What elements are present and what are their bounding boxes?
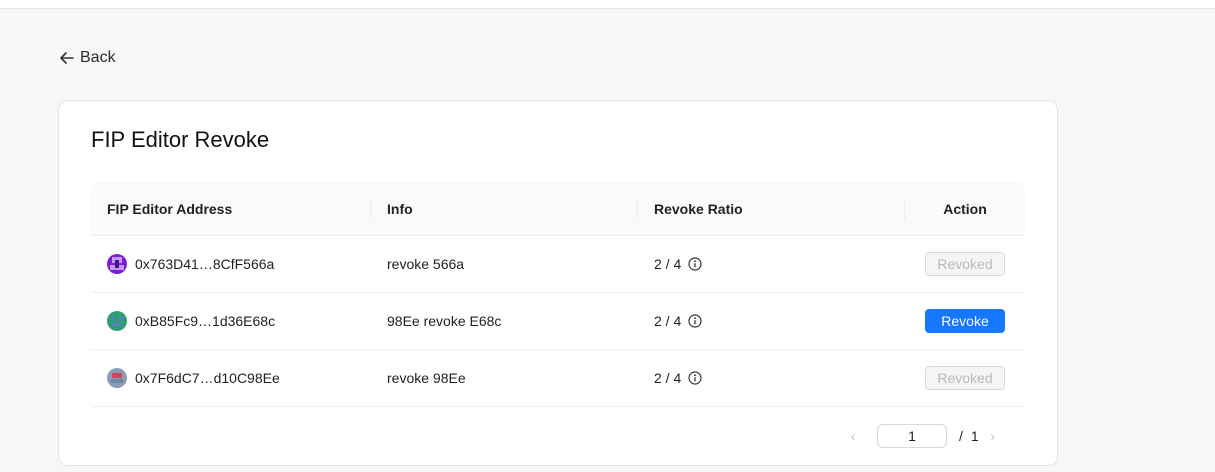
column-header-ratio: Revoke Ratio [638,182,905,235]
info-cell: 98Ee revoke E68c [387,313,502,329]
column-header-action: Action [943,200,987,217]
table-row: 0x7F6dC7…d10C98Ee revoke 98Ee 2 / 4 Revo… [91,350,1025,407]
editor-address[interactable]: 0x7F6dC7…d10C98Ee [135,370,280,386]
revoke-card: FIP Editor Revoke FIP Editor Address Inf… [58,100,1058,466]
page-title: FIP Editor Revoke [91,127,270,152]
avatar [107,368,127,388]
table-row: 0xB85Fc9…1d36E68c 98Ee revoke E68c 2 / 4… [91,293,1025,350]
table-row: 0x763D41…8CfF566a revoke 566a 2 / 4 Revo… [91,236,1025,293]
page-total: 1 [970,428,979,444]
info-cell: revoke 566a [387,256,465,272]
back-button[interactable]: Back [60,48,116,68]
avatar [107,254,127,274]
page-number-input[interactable] [877,424,947,448]
editor-address[interactable]: 0xB85Fc9…1d36E68c [135,313,275,329]
revoke-ratio: 2 / 4 [654,313,682,329]
info-circle-icon[interactable] [688,314,702,328]
column-header-info: Info [371,182,638,235]
info-circle-icon[interactable] [688,257,702,271]
editor-table: FIP Editor Address Info Revoke Ratio Act… [91,182,1025,407]
info-cell: revoke 98Ee [387,370,466,386]
chevron-right-icon[interactable]: › [979,428,1007,444]
column-header-address: FIP Editor Address [91,182,371,235]
revoke-button[interactable]: Revoke [925,309,1005,333]
revoked-button[interactable]: Revoked [925,252,1005,276]
top-bar [0,0,1215,9]
chevron-left-icon[interactable]: ‹ [839,428,867,444]
revoke-ratio: 2 / 4 [654,370,682,386]
revoke-ratio: 2 / 4 [654,256,682,272]
pagination: ‹ / 1 › [839,423,1007,449]
info-circle-icon[interactable] [688,371,702,385]
table-header: FIP Editor Address Info Revoke Ratio Act… [91,182,1025,236]
page-separator: / [959,428,963,444]
editor-address[interactable]: 0x763D41…8CfF566a [135,256,274,272]
revoked-button[interactable]: Revoked [925,366,1005,390]
arrow-left-icon [60,52,74,64]
avatar [107,311,127,331]
back-label: Back [80,49,116,66]
